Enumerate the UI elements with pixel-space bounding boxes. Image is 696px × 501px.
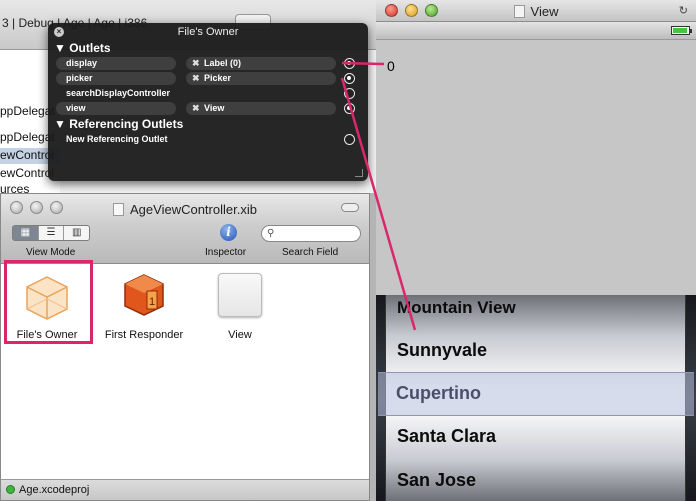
search-field-label: Search Field [282, 247, 339, 258]
outlet-target: Label (0) [204, 58, 242, 68]
document-title: AgeViewController.xib [1, 202, 369, 217]
view-icon [218, 273, 262, 317]
svg-text:1: 1 [149, 296, 155, 308]
hud-title: File's Owner [177, 26, 239, 38]
icon-view-icon[interactable]: ▦ [13, 226, 39, 240]
connection-circle-icon[interactable] [344, 58, 355, 69]
column-view-icon[interactable]: ▥ [64, 226, 89, 240]
ref-header-label: Referencing Outlets [69, 117, 184, 131]
connection-circle-icon[interactable] [344, 134, 355, 145]
city-picker[interactable]: Mountain View Sunnyvale Santa Clara San … [376, 295, 696, 501]
connection-circle-icon[interactable] [344, 103, 355, 114]
view-window: View ↻ 0 Mountain View Sunnyvale Santa C… [376, 0, 696, 501]
cube-icon [26, 276, 68, 320]
outlet-name: display [56, 57, 176, 70]
outlets-header-label: Outlets [69, 41, 111, 55]
close-icon[interactable]: × [54, 27, 64, 37]
picker-row[interactable]: Santa Clara [397, 426, 496, 447]
outlet-row-view: view ✖ View [56, 102, 355, 115]
object-label: View [228, 329, 252, 341]
picker-row[interactable]: Mountain View [397, 298, 516, 318]
object-label: First Responder [104, 329, 184, 341]
outlet-target: View [204, 103, 225, 113]
document-toolbar: ▦ ☰ ▥ View Mode i Inspector ⚲ Search Fie… [1, 222, 369, 264]
object-label: File's Owner [16, 329, 78, 341]
connection-circle-icon[interactable] [344, 73, 355, 84]
view-mode-label: View Mode [26, 247, 76, 258]
picker-row[interactable]: San Jose [397, 470, 476, 491]
picker-row-selected[interactable]: Cupertino [396, 383, 481, 404]
outlet-row-display: display ✖ Label (0) [56, 57, 355, 70]
search-input[interactable] [280, 227, 356, 240]
view-canvas: 0 [376, 40, 696, 295]
connection-circle-icon[interactable] [344, 88, 355, 99]
files-owner-connections-hud: × File's Owner ▼ Outlets display ✖ Label … [48, 23, 368, 181]
view-titlebar[interactable]: View ↻ [376, 0, 696, 22]
outlet-connection[interactable]: ✖ View [186, 102, 336, 115]
view-window-title: View [376, 4, 696, 19]
rotate-icon[interactable]: ↻ [679, 4, 688, 17]
search-field[interactable]: ⚲ [261, 225, 361, 242]
outlets-section-header[interactable]: ▼ Outlets [54, 41, 111, 55]
xib-document-window: AgeViewController.xib ▦ ☰ ▥ View Mode i … [0, 193, 370, 501]
search-icon: ⚲ [267, 228, 275, 239]
xib-file-icon [513, 5, 525, 18]
project-status-icon [6, 485, 15, 494]
disconnect-icon[interactable]: ✖ [192, 57, 200, 70]
battery-icon [671, 26, 692, 35]
simulated-status-bar [376, 22, 696, 40]
outlet-row-searchdisplaycontroller: searchDisplayController [56, 87, 355, 100]
view-title-text: View [530, 4, 559, 19]
inspector-label: Inspector [205, 247, 247, 258]
outlet-name: searchDisplayController [66, 88, 171, 98]
outlet-connection[interactable]: ✖ Label (0) [186, 57, 336, 70]
outlet-connection[interactable]: ✖ Picker [186, 72, 336, 85]
outlet-row-picker: picker ✖ Picker [56, 72, 355, 85]
referencing-outlets-section-header[interactable]: ▼ Referencing Outlets [54, 117, 183, 131]
disconnect-icon[interactable]: ✖ [192, 102, 200, 115]
outlet-name: New Referencing Outlet [66, 134, 168, 144]
xib-file-icon [113, 203, 125, 216]
document-titlebar[interactable]: AgeViewController.xib [1, 194, 369, 222]
project-name: Age.xcodeproj [19, 484, 90, 496]
first-responder-icon: 1 [124, 274, 164, 316]
picker-row[interactable]: Sunnyvale [397, 340, 487, 361]
outlet-name: view [56, 102, 176, 115]
picker-selection-bar: Cupertino [378, 372, 694, 416]
disconnect-icon[interactable]: ✖ [192, 72, 200, 85]
toolbar-toggle-button[interactable] [341, 203, 359, 212]
list-view-icon[interactable]: ☰ [39, 226, 65, 240]
document-title-text: AgeViewController.xib [130, 202, 257, 217]
resize-handle-icon[interactable] [355, 169, 363, 177]
outlet-target: Picker [204, 73, 232, 83]
info-icon[interactable]: i [220, 224, 237, 241]
document-statusbar: Age.xcodeproj [1, 479, 369, 500]
outlet-name: picker [56, 72, 176, 85]
view-mode-segmented-control[interactable]: ▦ ☰ ▥ [12, 225, 90, 241]
outlet-row-new-referencing: New Referencing Outlet [56, 133, 355, 146]
display-label[interactable]: 0 [387, 58, 395, 74]
